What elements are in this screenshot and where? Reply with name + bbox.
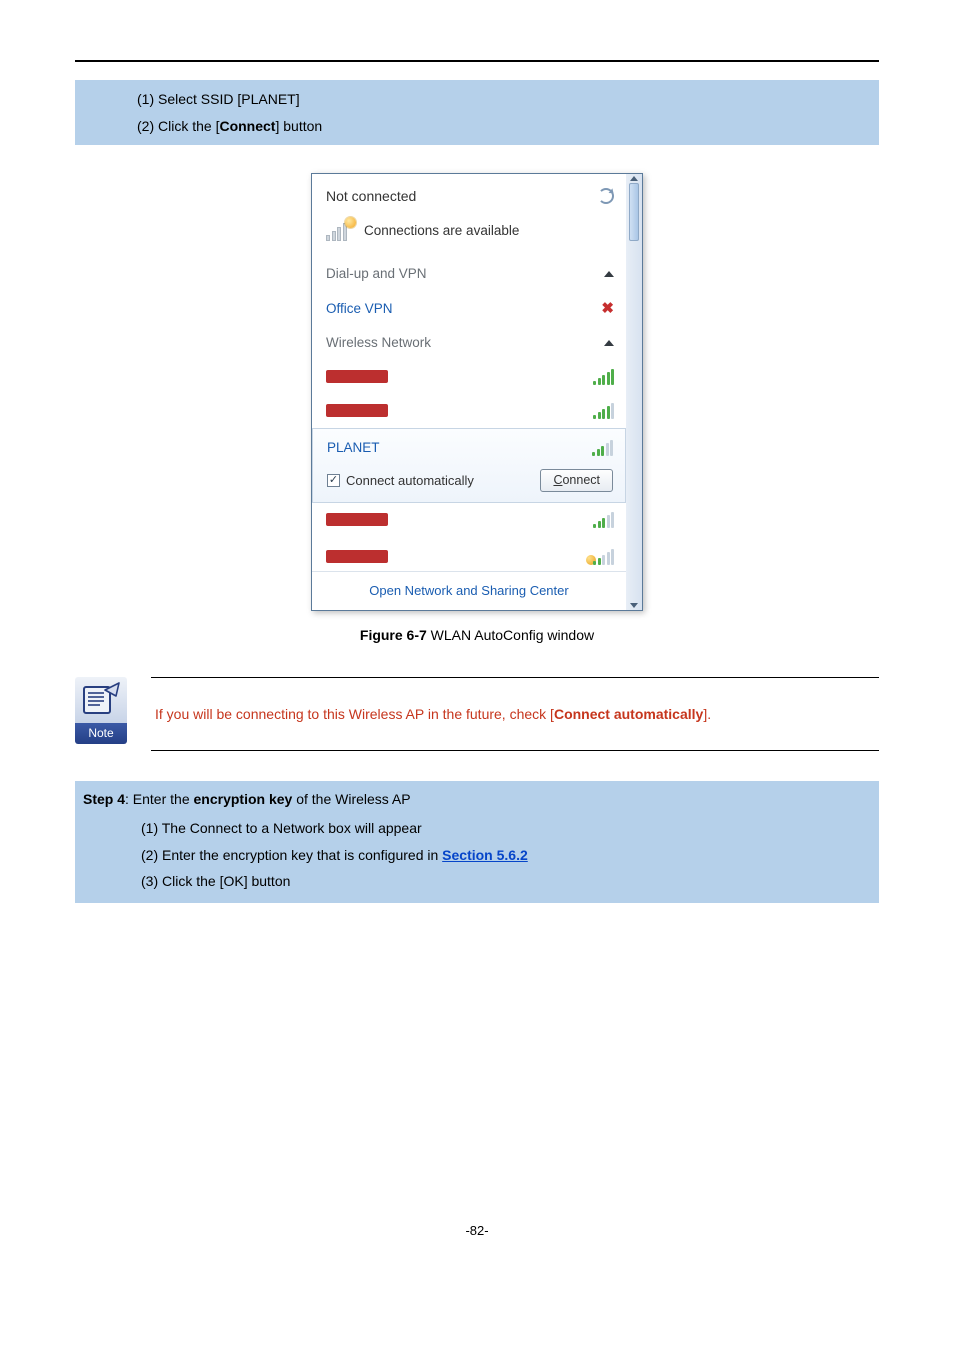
signal-strength-icon — [593, 549, 614, 565]
chevron-up-icon — [604, 271, 614, 277]
connections-available-row: Connections are available — [312, 213, 626, 255]
figure-wrap: Not connected Connections are available … — [75, 173, 879, 643]
scrollbar[interactable] — [626, 174, 642, 610]
note-bold: Connect automatically — [554, 706, 703, 722]
wireless-network-label: Wireless Network — [326, 335, 431, 350]
step4-item-1: (1) The Connect to a Network box will ap… — [141, 815, 879, 842]
network-item-redacted-4[interactable] — [312, 537, 626, 571]
office-vpn-label: Office VPN — [326, 301, 393, 316]
note-post: ]. — [703, 706, 711, 722]
top-rule — [75, 60, 879, 62]
step4-item-2-pre: (2) Enter the encryption key that is con… — [141, 847, 442, 863]
connect-btn-rest: onnect — [562, 473, 600, 487]
section-562-link[interactable]: Section 5.6.2 — [442, 847, 528, 863]
instruction-block-1: (1) Select SSID [PLANET] (2) Click the [… — [75, 80, 879, 145]
step-2-pre: (2) Click the [ — [137, 118, 219, 134]
network-item-planet-selected[interactable]: PLANET ✓ Connect automatically Con — [312, 428, 626, 503]
network-status-icon — [326, 219, 354, 241]
step4-mid: : Enter the — [125, 791, 193, 807]
step-2-bold: Connect — [219, 118, 275, 134]
scroll-up-icon[interactable] — [630, 176, 638, 181]
network-item-redacted-3[interactable] — [312, 503, 626, 537]
step-1-text: (1) Select SSID [PLANET] — [137, 86, 879, 113]
redacted-ssid — [326, 550, 388, 563]
step4-item-2: (2) Enter the encryption key that is con… — [141, 842, 879, 869]
wlan-autoconfig-window: Not connected Connections are available … — [311, 173, 643, 611]
signal-strength-icon — [592, 440, 613, 456]
chevron-up-icon — [604, 340, 614, 346]
network-item-redacted-2[interactable] — [312, 394, 626, 428]
step4-label: Step 4 — [83, 791, 125, 807]
status-row: Not connected — [312, 174, 626, 213]
figure-caption: Figure 6-7 WLAN AutoConfig window — [75, 627, 879, 643]
connections-available-text: Connections are available — [364, 223, 519, 238]
redacted-ssid — [326, 370, 388, 383]
document-page: (1) Select SSID [PLANET] (2) Click the [… — [0, 0, 954, 1278]
note-row: Note If you will be connecting to this W… — [75, 677, 879, 751]
planet-ssid-label: PLANET — [327, 440, 380, 455]
step4-bold2: encryption key — [194, 791, 293, 807]
redacted-ssid — [326, 404, 388, 417]
connect-automatically-label: Connect automatically — [346, 473, 474, 488]
connect-button[interactable]: Connect — [540, 469, 613, 492]
signal-strength-icon — [593, 369, 614, 385]
open-network-center-link[interactable]: Open Network and Sharing Center — [369, 583, 568, 598]
note-icon — [75, 677, 127, 723]
figure-caption-text: WLAN AutoConfig window — [427, 627, 594, 643]
wireless-network-header[interactable]: Wireless Network — [312, 326, 626, 360]
dialup-vpn-label: Dial-up and VPN — [326, 266, 427, 281]
step4-title: Step 4: Enter the encryption key of the … — [79, 789, 879, 815]
note-badge-label: Note — [75, 723, 127, 744]
office-vpn-row[interactable]: Office VPN ✖ — [312, 291, 626, 326]
refresh-icon[interactable] — [598, 188, 614, 204]
step-2-line: (2) Click the [Connect] button — [137, 113, 879, 140]
step-2-post: ] button — [275, 118, 322, 134]
step4-item-3: (3) Click the [OK] button — [141, 868, 879, 895]
connect-automatically-checkbox[interactable]: ✓ — [327, 474, 340, 487]
signal-strength-icon — [593, 512, 614, 528]
page-number: -82- — [75, 1223, 879, 1238]
not-connected-label: Not connected — [326, 188, 416, 204]
scroll-down-icon[interactable] — [630, 603, 638, 608]
dialup-vpn-header[interactable]: Dial-up and VPN — [312, 257, 626, 291]
redacted-ssid — [326, 513, 388, 526]
note-icon-cell: Note — [75, 677, 127, 751]
scroll-thumb[interactable] — [629, 183, 639, 241]
signal-strength-icon — [593, 403, 614, 419]
network-item-redacted-1[interactable] — [312, 360, 626, 394]
step4-end: of the Wireless AP — [292, 791, 410, 807]
note-text: If you will be connecting to this Wirele… — [155, 706, 711, 722]
figure-caption-bold: Figure 6-7 — [360, 627, 427, 643]
instruction-block-step4: Step 4: Enter the encryption key of the … — [75, 781, 879, 903]
note-pre: If you will be connecting to this Wirele… — [155, 706, 554, 722]
disconnect-x-icon: ✖ — [601, 299, 614, 317]
